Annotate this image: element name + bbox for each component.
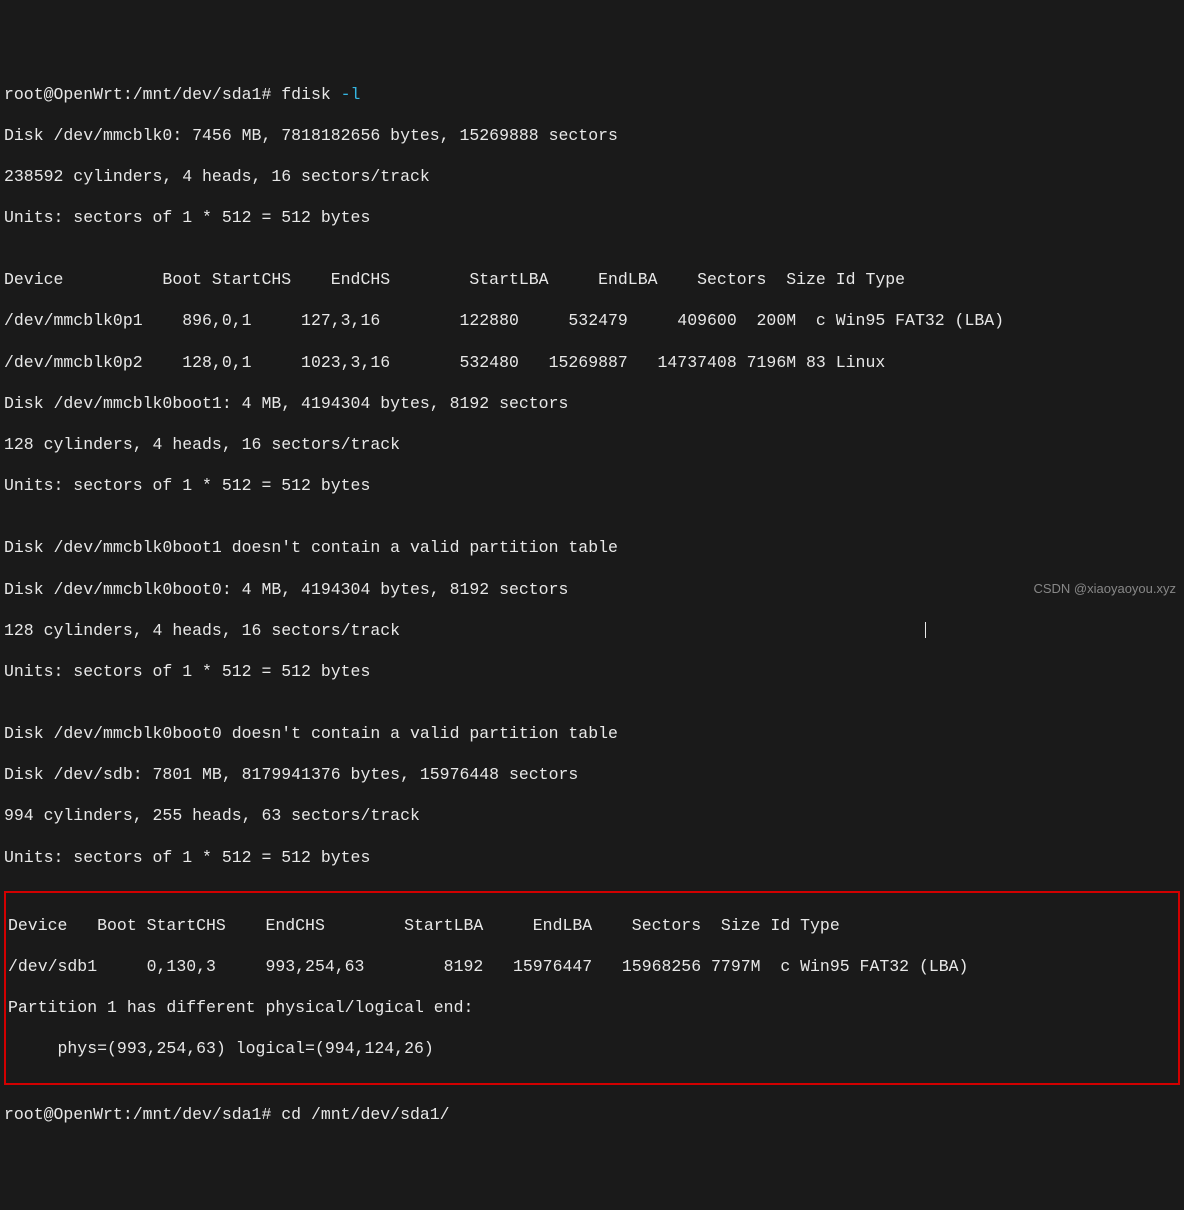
units-line: Units: sectors of 1 * 512 = 512 bytes xyxy=(4,208,1180,229)
geometry-boot0: 128 cylinders, 4 heads, 16 sectors/track xyxy=(4,621,1180,642)
disk-info-sdb: Disk /dev/sdb: 7801 MB, 8179941376 bytes… xyxy=(4,765,1180,786)
text-cursor-icon xyxy=(925,622,926,638)
units-line-4: Units: sectors of 1 * 512 = 512 bytes xyxy=(4,848,1180,869)
partition-row-mmcblk0p2: /dev/mmcblk0p2 128,0,1 1023,3,16 532480 … xyxy=(4,353,1180,374)
disk-info-boot0: Disk /dev/mmcblk0boot0: 4 MB, 4194304 by… xyxy=(4,580,1180,601)
partition-row-sdb1: /dev/sdb1 0,130,3 993,254,63 8192 159764… xyxy=(8,957,1176,978)
partition-warning-1: Partition 1 has different physical/logic… xyxy=(8,998,1176,1019)
geometry-mmcblk0: 238592 cylinders, 4 heads, 16 sectors/tr… xyxy=(4,167,1180,188)
partition-warning-2: phys=(993,254,63) logical=(994,124,26) xyxy=(8,1039,1176,1060)
units-line-3: Units: sectors of 1 * 512 = 512 bytes xyxy=(4,662,1180,683)
boot0-invalid: Disk /dev/mmcblk0boot0 doesn't contain a… xyxy=(4,724,1180,745)
watermark-text: CSDN @xiaoyaoyou.xyz xyxy=(1033,581,1176,597)
disk-info-mmcblk0: Disk /dev/mmcblk0: 7456 MB, 7818182656 b… xyxy=(4,126,1180,147)
prompt-line-2[interactable]: root@OpenWrt:/mnt/dev/sda1# cd /mnt/dev/… xyxy=(4,1105,1180,1126)
highlight-box: Device Boot StartCHS EndCHS StartLBA End… xyxy=(4,891,1180,1085)
geometry-boot1: 128 cylinders, 4 heads, 16 sectors/track xyxy=(4,435,1180,456)
sdb-table-header: Device Boot StartCHS EndCHS StartLBA End… xyxy=(8,916,1176,937)
prompt-line-1[interactable]: root@OpenWrt:/mnt/dev/sda1# fdisk -l xyxy=(4,85,1180,106)
fdisk-flag: -l xyxy=(341,85,361,104)
partition-table-header: Device Boot StartCHS EndCHS StartLBA End… xyxy=(4,270,1180,291)
boot0-geom-text: 128 cylinders, 4 heads, 16 sectors/track xyxy=(4,621,400,640)
units-line-2: Units: sectors of 1 * 512 = 512 bytes xyxy=(4,476,1180,497)
disk-info-boot1: Disk /dev/mmcblk0boot1: 4 MB, 4194304 by… xyxy=(4,394,1180,415)
partition-row-mmcblk0p1: /dev/mmcblk0p1 896,0,1 127,3,16 122880 5… xyxy=(4,311,1180,332)
geometry-sdb: 994 cylinders, 255 heads, 63 sectors/tra… xyxy=(4,806,1180,827)
prompt-text: root@OpenWrt:/mnt/dev/sda1# fdisk xyxy=(4,85,341,104)
boot1-invalid: Disk /dev/mmcblk0boot1 doesn't contain a… xyxy=(4,538,1180,559)
cursor-pad xyxy=(400,621,925,640)
